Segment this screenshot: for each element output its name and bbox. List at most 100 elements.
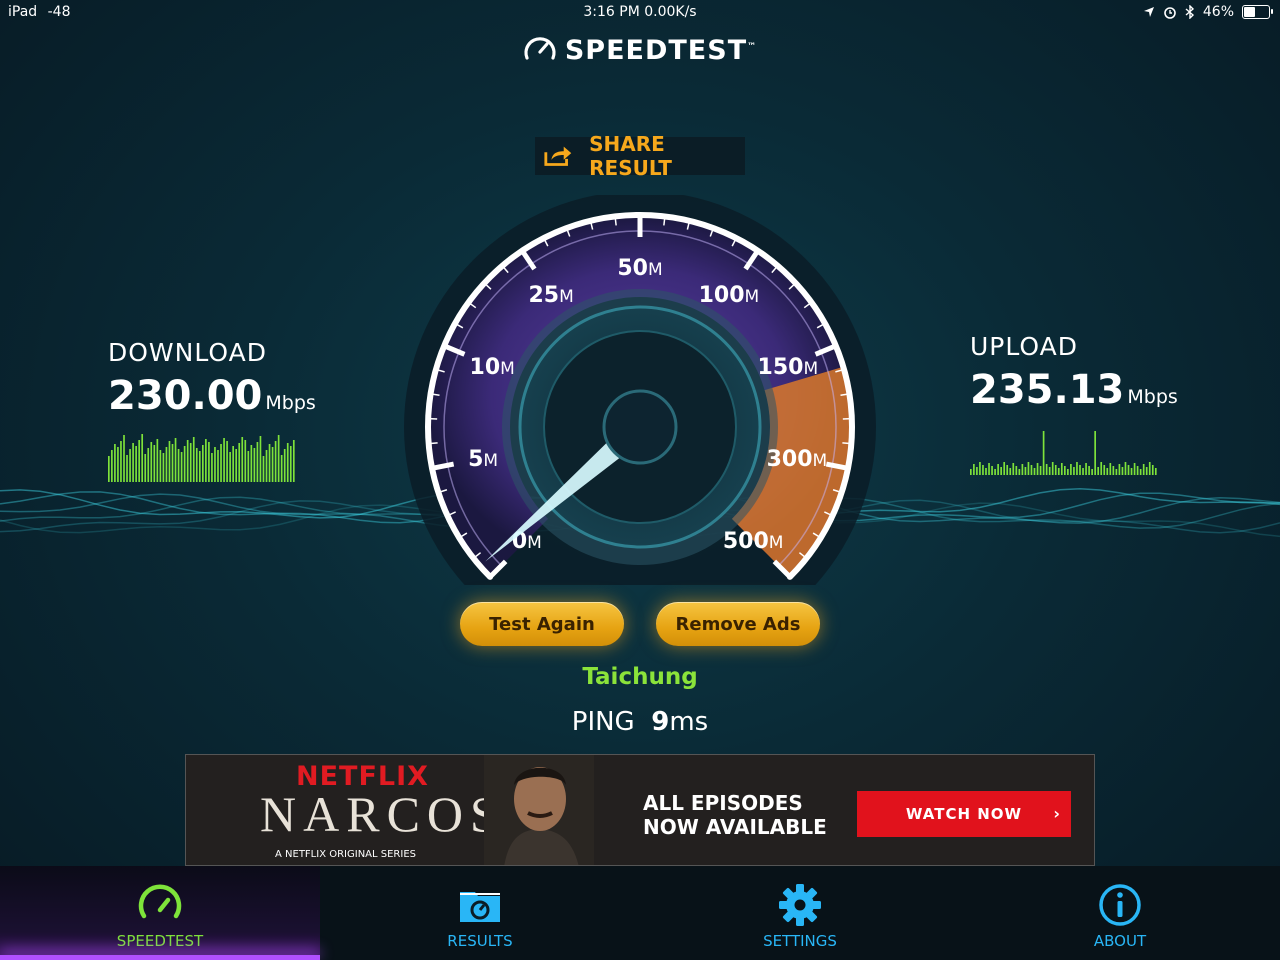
graph-bar: [979, 462, 981, 475]
graph-bar: [223, 438, 225, 482]
test-again-button[interactable]: Test Again: [460, 602, 624, 646]
graph-bar: [1067, 469, 1069, 475]
graph-bar: [189, 443, 192, 482]
tab-bar: SPEEDTEST RESULTS SETTINGS ABOUT: [0, 866, 1280, 960]
ad-subtitle: A NETFLIX ORIGINAL SERIES: [275, 849, 416, 860]
ad-banner[interactable]: NETFLIX NARCOS A NETFLIX ORIGINAL SERIES…: [185, 754, 1095, 866]
graph-bar: [1027, 462, 1030, 475]
graph-bar: [985, 468, 987, 475]
graph-bar: [1076, 462, 1078, 475]
graph-bar: [1094, 431, 1096, 475]
share-result-button[interactable]: SHARE RESULT: [535, 132, 745, 180]
tab-speedtest[interactable]: SPEEDTEST: [0, 866, 320, 960]
download-reading: 230.00 Mbps: [108, 373, 316, 419]
info-icon: [1099, 884, 1141, 926]
status-right-group: 46%: [1143, 4, 1273, 20]
share-icon: [544, 146, 572, 166]
graph-bar: [117, 447, 119, 482]
status-bar: iPad -48 3:16 PM 0.00K/s 46%: [0, 0, 1280, 26]
graph-bar: [180, 452, 183, 482]
ping-unit: ms: [669, 707, 709, 737]
graph-bar: [1097, 467, 1100, 475]
graph-bar: [126, 455, 128, 482]
ping-readout: PING 9ms: [0, 707, 1280, 737]
tab-results[interactable]: RESULTS: [320, 866, 640, 960]
app-title: SPEEDTEST: [564, 35, 748, 66]
graph-bar: [283, 449, 286, 482]
graph-bar: [202, 445, 204, 482]
graph-bar: [1048, 467, 1051, 475]
graph-bar: [1127, 465, 1130, 475]
graph-bar: [1051, 462, 1054, 475]
graph-bar: [1012, 463, 1015, 475]
graph-bar: [241, 437, 244, 482]
ad-headline-2: NOW AVAILABLE: [643, 815, 827, 839]
ping-label: PING: [571, 707, 635, 737]
graph-bar: [156, 439, 159, 482]
graph-bar: [1003, 462, 1006, 475]
graph-bar: [1103, 465, 1106, 475]
graph-bar: [1033, 468, 1036, 475]
speedometer-icon: [138, 884, 182, 919]
trademark: ™: [747, 42, 758, 52]
graph-bar: [129, 449, 131, 482]
graph-bar: [1121, 467, 1124, 475]
graph-bar: [183, 446, 186, 482]
gauge-minor-tick: [428, 442, 438, 445]
alarm-icon: [1164, 7, 1176, 19]
download-graph: [108, 434, 295, 482]
graph-bar: [256, 442, 259, 482]
watch-now-label: WATCH NOW: [905, 805, 1023, 823]
gauge-tick-label: 500M: [723, 529, 784, 554]
graph-bar: [265, 450, 268, 482]
bluetooth-icon: [1185, 5, 1194, 19]
graph-bar: [292, 440, 295, 482]
tab-results-label: RESULTS: [447, 932, 513, 950]
graph-bar: [994, 469, 996, 475]
graph-bar: [123, 435, 125, 482]
graph-bar: [271, 447, 274, 482]
tab-about-label: ABOUT: [1093, 932, 1147, 950]
graph-bar: [1021, 464, 1024, 475]
graph-bar: [165, 447, 168, 482]
share-result-label: SHARE RESULT: [589, 132, 672, 180]
tab-about[interactable]: ABOUT: [960, 866, 1280, 960]
graph-bar: [259, 436, 262, 482]
graph-bar: [226, 441, 228, 482]
download-unit: Mbps: [265, 392, 316, 414]
remove-ads-button[interactable]: Remove Ads: [656, 602, 820, 646]
graph-bar: [1130, 468, 1133, 475]
ad-show-title: NARCOS: [260, 786, 505, 842]
graph-bar: [195, 448, 198, 482]
graph-bar: [1070, 464, 1072, 475]
graph-bar: [232, 446, 234, 482]
graph-bar: [1064, 466, 1066, 475]
graph-bar: [1106, 468, 1109, 475]
graph-bar: [1118, 464, 1121, 475]
gauge-tick-label: 25M: [528, 283, 573, 308]
graph-bar: [238, 443, 241, 482]
graph-bar: [192, 437, 195, 482]
graph-bar: [1009, 468, 1012, 475]
upload-reading: 235.13 Mbps: [970, 367, 1178, 413]
graph-bar: [1136, 466, 1139, 475]
graph-bar: [991, 466, 993, 475]
graph-bar: [1006, 465, 1009, 475]
graph-bar: [286, 443, 289, 482]
graph-bar: [280, 455, 283, 482]
ad-headline-1: ALL EPISODES: [643, 791, 803, 815]
graph-bar: [1057, 468, 1060, 475]
graph-bar: [976, 467, 978, 475]
ad-actor-image: [484, 755, 594, 865]
graph-bar: [159, 450, 162, 482]
gauge-tick-label: 100M: [699, 283, 760, 308]
graph-bar: [250, 445, 253, 482]
graph-bar: [144, 454, 147, 482]
graph-bar: [1015, 466, 1018, 475]
graph-bar: [217, 450, 219, 482]
watch-now-button[interactable]: WATCH NOW ›: [857, 791, 1071, 837]
upload-label: UPLOAD: [970, 332, 1079, 361]
graph-bar: [114, 444, 116, 482]
tab-settings[interactable]: SETTINGS: [640, 866, 960, 960]
server-location: Taichung: [582, 664, 698, 690]
